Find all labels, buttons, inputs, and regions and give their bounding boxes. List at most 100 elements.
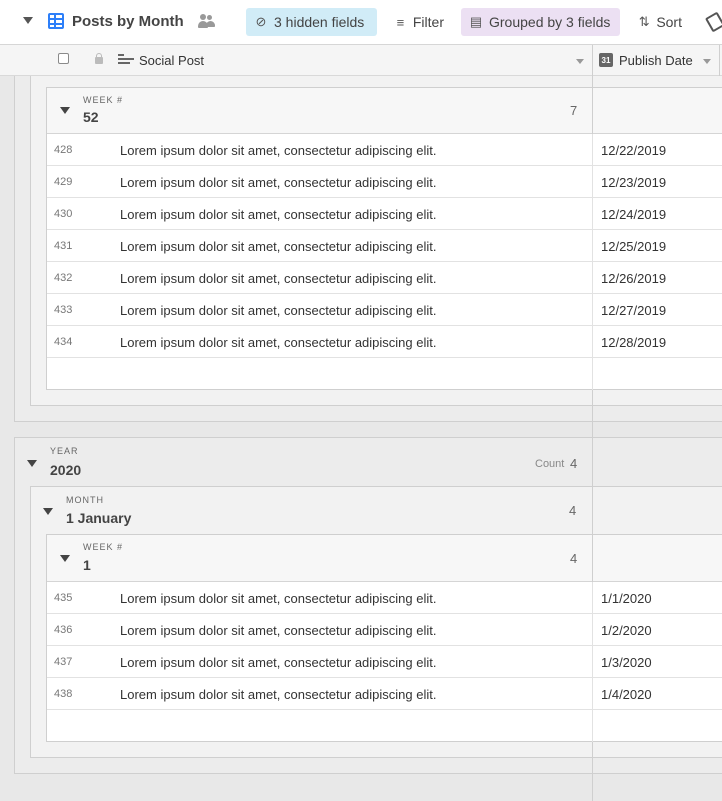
table-row[interactable]: 430 Lorem ipsum dolor sit amet, consecte…: [47, 198, 722, 230]
filter-button[interactable]: ≡ Filter: [386, 8, 452, 36]
column-header-social-post[interactable]: Social Post: [139, 53, 204, 68]
add-record-row[interactable]: [47, 358, 722, 390]
group-value: 52: [83, 109, 99, 125]
publish-date-cell[interactable]: 12/23/2019: [601, 175, 666, 190]
publish-date-cell[interactable]: 12/28/2019: [601, 335, 666, 350]
column-divider: [592, 437, 593, 582]
social-post-cell[interactable]: Lorem ipsum dolor sit amet, consectetur …: [120, 655, 436, 670]
group-button[interactable]: ▤ Grouped by 3 fields: [461, 8, 620, 36]
date-column-menu-chevron-icon[interactable]: [703, 59, 711, 64]
publish-date-cell[interactable]: 12/27/2019: [601, 303, 666, 318]
view-name[interactable]: Posts by Month: [72, 13, 184, 30]
row-number: 428: [54, 144, 73, 156]
group-icon: ▤: [469, 14, 483, 29]
row-number: 434: [54, 336, 73, 348]
table-row[interactable]: 437 Lorem ipsum dolor sit amet, consecte…: [47, 646, 722, 678]
publish-date-cell[interactable]: 1/2/2020: [601, 623, 652, 638]
social-post-cell[interactable]: Lorem ipsum dolor sit amet, consectetur …: [120, 207, 436, 222]
group-count: 4: [570, 551, 578, 566]
view-menu-caret-icon[interactable]: [23, 17, 33, 24]
date-field-icon: 31: [599, 53, 613, 67]
column-divider: [592, 87, 593, 134]
collaborators-icon[interactable]: [198, 14, 216, 28]
group-count: 4: [569, 503, 577, 518]
grid-view-icon: [48, 13, 64, 29]
row-number: 432: [54, 272, 73, 284]
view-toolbar: Posts by Month ⊘ 3 hidden fields ≡ Filte…: [0, 0, 722, 45]
social-post-cell[interactable]: Lorem ipsum dolor sit amet, consectetur …: [120, 271, 436, 286]
row-number: 431: [54, 240, 73, 252]
column-menu-chevron-icon[interactable]: [576, 59, 584, 64]
column-divider[interactable]: [719, 45, 720, 76]
column-divider: [592, 406, 593, 438]
hidden-fields-label: 3 hidden fields: [274, 14, 365, 30]
table-row[interactable]: 433 Lorem ipsum dolor sit amet, consecte…: [47, 294, 722, 326]
add-record-row[interactable]: [47, 710, 722, 742]
column-divider: [592, 76, 593, 87]
week-1-group-header[interactable]: WEEK # 1 4: [47, 535, 722, 582]
group-count: 7: [570, 103, 578, 118]
social-post-cell[interactable]: Lorem ipsum dolor sit amet, consectetur …: [120, 687, 436, 702]
filter-icon: ≡: [396, 14, 405, 30]
eye-slash-icon: ⊘: [255, 14, 267, 29]
month-january-group-header[interactable]: MONTH 1 January 4: [31, 487, 722, 535]
row-number: 433: [54, 304, 73, 316]
column-divider: [592, 742, 593, 774]
row-number: 436: [54, 624, 73, 636]
group-field-label: WEEK #: [83, 542, 124, 552]
publish-date-cell[interactable]: 12/26/2019: [601, 271, 666, 286]
lock-icon: [95, 53, 103, 64]
collapse-group-icon[interactable]: [60, 107, 70, 114]
year-2020-group-header[interactable]: YEAR 2020 Count 4: [15, 438, 722, 486]
publish-date-cell[interactable]: 12/22/2019: [601, 143, 666, 158]
publish-date-cell[interactable]: 1/3/2020: [601, 655, 652, 670]
group-field-label: MONTH: [66, 495, 104, 505]
row-number: 435: [54, 592, 73, 604]
group-count-label: Count: [535, 458, 565, 470]
week-52-group-header[interactable]: WEEK # 52 7: [47, 88, 722, 134]
table-row[interactable]: 435 Lorem ipsum dolor sit amet, consecte…: [47, 582, 722, 614]
long-text-field-icon: [118, 54, 134, 66]
table-row[interactable]: 438 Lorem ipsum dolor sit amet, consecte…: [47, 678, 722, 710]
color-paint-icon[interactable]: [704, 11, 722, 33]
row-number: 438: [54, 688, 73, 700]
table-row[interactable]: 429 Lorem ipsum dolor sit amet, consecte…: [47, 166, 722, 198]
publish-date-cell[interactable]: 1/4/2020: [601, 687, 652, 702]
table-row[interactable]: 432 Lorem ipsum dolor sit amet, consecte…: [47, 262, 722, 294]
filter-label: Filter: [412, 14, 444, 30]
publish-date-cell[interactable]: 12/25/2019: [601, 239, 666, 254]
table-row[interactable]: 436 Lorem ipsum dolor sit amet, consecte…: [47, 614, 722, 646]
table-row[interactable]: 428 Lorem ipsum dolor sit amet, consecte…: [47, 134, 722, 166]
sort-icon: ⇅: [638, 14, 650, 29]
row-number: 429: [54, 176, 73, 188]
publish-date-cell[interactable]: 1/1/2020: [601, 591, 652, 606]
table-row[interactable]: 434 Lorem ipsum dolor sit amet, consecte…: [47, 326, 722, 358]
social-post-cell[interactable]: Lorem ipsum dolor sit amet, consectetur …: [120, 143, 436, 158]
social-post-cell[interactable]: Lorem ipsum dolor sit amet, consectetur …: [120, 239, 436, 254]
sort-button[interactable]: ⇅ Sort: [630, 8, 690, 36]
collapse-group-icon[interactable]: [27, 460, 37, 467]
row-number: 430: [54, 208, 73, 220]
group-field-label: WEEK #: [83, 95, 124, 105]
social-post-cell[interactable]: Lorem ipsum dolor sit amet, consectetur …: [120, 175, 436, 190]
column-divider: [592, 773, 593, 801]
group-value: 1 January: [66, 510, 132, 526]
column-divider[interactable]: [592, 45, 593, 76]
collapse-group-icon[interactable]: [60, 555, 70, 562]
group-field-label: YEAR: [50, 446, 79, 456]
hidden-fields-button[interactable]: ⊘ 3 hidden fields: [246, 8, 377, 36]
table-row[interactable]: 431 Lorem ipsum dolor sit amet, consecte…: [47, 230, 722, 262]
publish-date-cell[interactable]: 12/24/2019: [601, 207, 666, 222]
social-post-cell[interactable]: Lorem ipsum dolor sit amet, consectetur …: [120, 335, 436, 350]
social-post-cell[interactable]: Lorem ipsum dolor sit amet, consectetur …: [120, 623, 436, 638]
social-post-cell[interactable]: Lorem ipsum dolor sit amet, consectetur …: [120, 303, 436, 318]
row-number: 437: [54, 656, 73, 668]
sort-label: Sort: [656, 14, 682, 30]
social-post-cell[interactable]: Lorem ipsum dolor sit amet, consectetur …: [120, 591, 436, 606]
group-count: 4: [570, 456, 578, 471]
select-all-checkbox[interactable]: [58, 53, 69, 64]
column-header-publish-date[interactable]: Publish Date: [619, 53, 693, 68]
group-value: 2020: [50, 462, 82, 478]
collapse-group-icon[interactable]: [43, 508, 53, 515]
column-header-row: Social Post 31 Publish Date: [0, 45, 722, 76]
